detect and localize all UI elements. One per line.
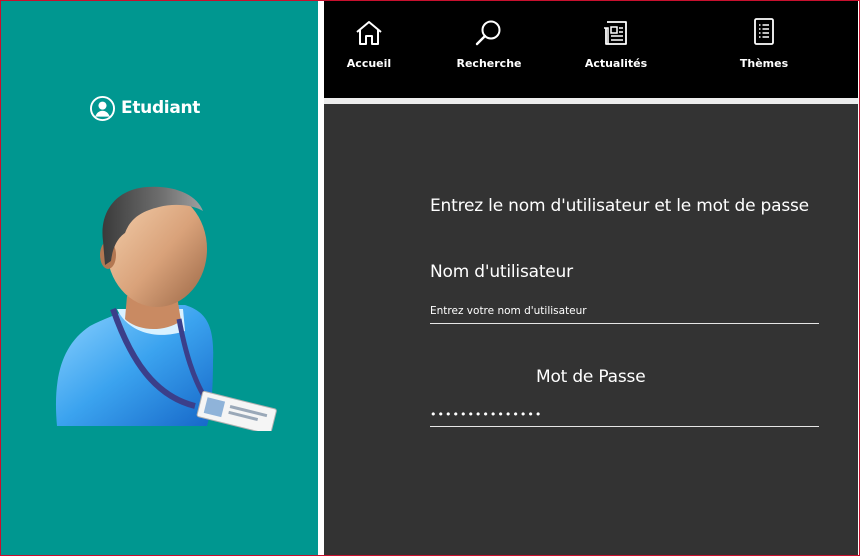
nav-themes[interactable]: Thèmes bbox=[729, 1, 799, 98]
login-form: Entrez le nom d'utilisateur et le mot de… bbox=[324, 104, 858, 555]
sidebar: Etudiant bbox=[1, 1, 318, 555]
top-navigation: Accueil Recherche Actualités Thèmes bbox=[324, 1, 858, 98]
newspaper-icon bbox=[604, 21, 627, 45]
username-label: Nom d'utilisateur bbox=[430, 262, 573, 282]
role-label: Etudiant bbox=[90, 95, 200, 121]
home-icon bbox=[356, 21, 382, 45]
password-input[interactable] bbox=[430, 402, 819, 427]
student-avatar bbox=[55, 186, 277, 431]
role-text: Etudiant bbox=[121, 98, 201, 118]
user-circle-icon bbox=[90, 95, 115, 121]
app-window: Etudiant Accueil Recherche Actualités Th… bbox=[0, 0, 860, 556]
nav-themes-label: Thèmes bbox=[739, 57, 789, 70]
password-label: Mot de Passe bbox=[536, 367, 646, 387]
nav-search[interactable]: Recherche bbox=[449, 1, 529, 98]
nav-search-label: Recherche bbox=[456, 57, 522, 70]
search-icon bbox=[475, 20, 501, 46]
nav-home-label: Accueil bbox=[346, 57, 392, 70]
form-heading: Entrez le nom d'utilisateur et le mot de… bbox=[430, 196, 809, 216]
nav-news[interactable]: Actualités bbox=[576, 1, 656, 98]
nav-news-label: Actualités bbox=[584, 57, 648, 70]
nav-home[interactable]: Accueil bbox=[344, 1, 394, 98]
document-list-icon bbox=[754, 18, 774, 45]
username-input[interactable] bbox=[430, 299, 819, 324]
